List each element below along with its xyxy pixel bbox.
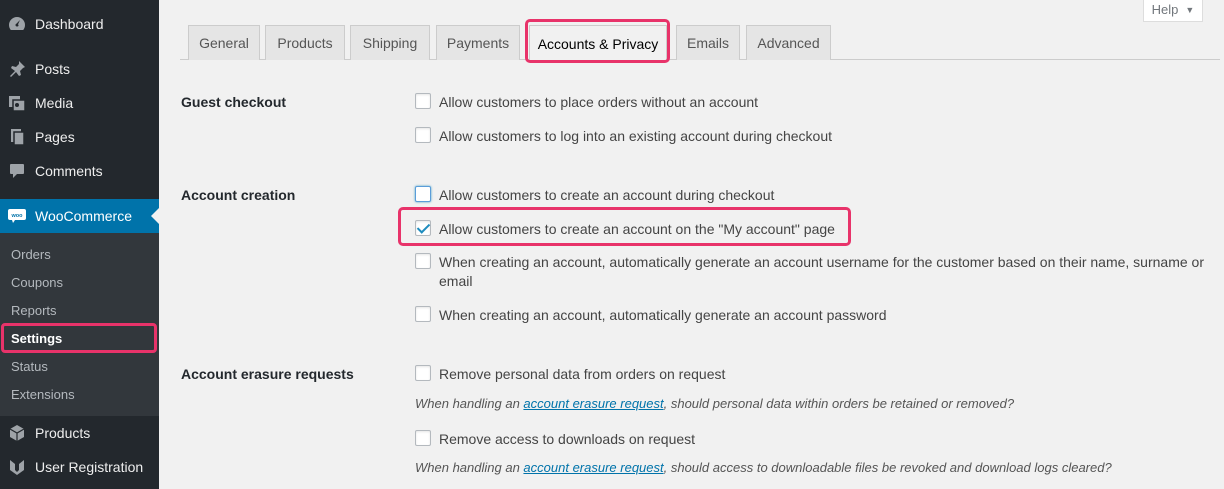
option-label: Allow customers to log into an existing …	[439, 128, 832, 144]
checkbox[interactable]	[415, 430, 431, 446]
tab-general[interactable]: General	[188, 25, 260, 60]
guest-checkout-label: Guest checkout	[181, 94, 287, 110]
option-generate-password[interactable]: When creating an account, automatically …	[415, 306, 887, 325]
menu-item-products[interactable]: Products	[0, 416, 159, 450]
tab-payments[interactable]: Payments	[436, 25, 520, 60]
option-remove-downloads[interactable]: Remove access to downloads on request	[415, 430, 695, 449]
menu-label: Comments	[35, 163, 103, 179]
menu-item-posts[interactable]: Posts	[0, 52, 159, 86]
woocommerce-icon: woo	[7, 206, 27, 226]
option-guest-orders[interactable]: Allow customers to place orders without …	[415, 93, 758, 112]
erasure-downloads-description: When handling an account erasure request…	[415, 460, 1112, 475]
account-creation-label: Account creation	[181, 187, 296, 203]
account-erasure-request-link[interactable]: account erasure request	[523, 460, 663, 475]
erasure-orders-description: When handling an account erasure request…	[415, 396, 1014, 411]
menu-item-woocommerce[interactable]: woo WooCommerce	[0, 199, 159, 233]
option-label: When creating an account, automatically …	[439, 307, 887, 323]
checkbox[interactable]	[415, 306, 431, 322]
submenu-item-status[interactable]: Status	[0, 352, 159, 380]
desc-prefix: When handling an	[415, 460, 524, 475]
settings-highlight	[1, 323, 157, 353]
desc-suffix: , should personal data within orders be …	[663, 396, 1015, 411]
products-icon	[7, 423, 27, 443]
checkbox[interactable]	[415, 127, 431, 143]
menu-item-comments[interactable]: Comments	[0, 154, 159, 188]
desc-prefix: When handling an	[415, 396, 524, 411]
tab-advanced[interactable]: Advanced	[746, 25, 831, 60]
pages-icon	[7, 127, 27, 147]
submenu-item-orders[interactable]: Orders	[0, 240, 159, 268]
checkbox[interactable]	[415, 253, 431, 269]
option-label: Allow customers to place orders without …	[439, 94, 759, 110]
pin-icon	[7, 59, 27, 79]
submenu-item-coupons[interactable]: Coupons	[0, 268, 159, 296]
checkbox[interactable]	[415, 186, 431, 202]
active-tab-highlight	[525, 19, 670, 63]
tab-shipping[interactable]: Shipping	[350, 25, 430, 60]
user-registration-icon	[7, 457, 27, 477]
menu-label: Dashboard	[35, 16, 104, 32]
option-label: Remove access to downloads on request	[439, 431, 696, 447]
menu-label: Posts	[35, 61, 71, 77]
option-generate-username[interactable]: When creating an account, automatically …	[415, 253, 1210, 291]
checkbox[interactable]	[415, 93, 431, 109]
submenu-item-reports[interactable]: Reports	[0, 296, 159, 324]
option-label: When creating an account, automatically …	[439, 254, 1204, 289]
option-label: Remove personal data from orders on requ…	[439, 366, 726, 382]
menu-item-user-registration[interactable]: User Registration	[0, 450, 159, 484]
option-create-during-checkout[interactable]: Allow customers to create an account dur…	[415, 186, 774, 205]
menu-label: Media	[35, 95, 74, 111]
menu-item-pages[interactable]: Pages	[0, 120, 159, 154]
account-erasure-label: Account erasure requests	[181, 366, 354, 382]
menu-item-media[interactable]: Media	[0, 86, 159, 120]
option-label: Allow customers to create an account dur…	[439, 187, 775, 203]
help-button[interactable]: Help ▼	[1143, 0, 1203, 22]
menu-label: WooCommerce	[35, 208, 132, 224]
checkbox[interactable]	[415, 365, 431, 381]
dashboard-icon	[7, 14, 27, 34]
comments-icon	[7, 161, 27, 181]
menu-label: Products	[35, 425, 91, 441]
admin-sidebar: Dashboard Posts Media Pages Comments woo…	[0, 0, 159, 489]
triangle-down-icon: ▼	[1185, 4, 1195, 15]
tab-products[interactable]: Products	[265, 25, 345, 60]
media-icon	[7, 93, 27, 113]
desc-suffix: , should access to downloadable files be…	[663, 460, 1112, 475]
option-remove-order-data[interactable]: Remove personal data from orders on requ…	[415, 365, 725, 384]
submenu-item-extensions[interactable]: Extensions	[0, 380, 159, 408]
option-login-during-checkout[interactable]: Allow customers to log into an existing …	[415, 127, 832, 146]
account-erasure-request-link[interactable]: account erasure request	[523, 396, 663, 411]
svg-text:woo: woo	[11, 213, 24, 219]
menu-item-dashboard[interactable]: Dashboard	[0, 7, 159, 41]
option-highlight	[398, 207, 851, 246]
menu-label: User Registration	[35, 459, 144, 475]
tab-emails[interactable]: Emails	[676, 25, 740, 60]
menu-label: Pages	[35, 129, 75, 145]
help-label: Help	[1151, 2, 1179, 17]
